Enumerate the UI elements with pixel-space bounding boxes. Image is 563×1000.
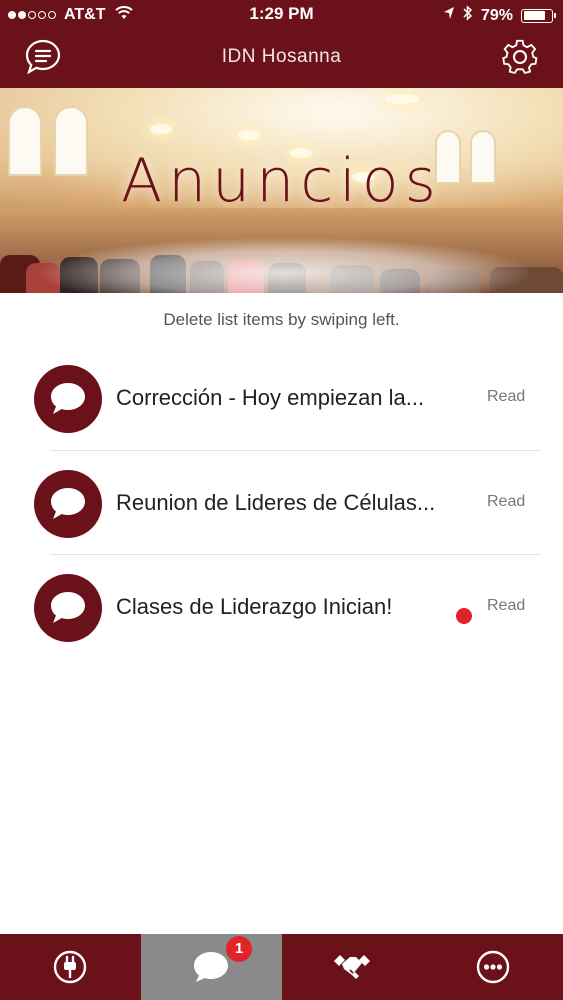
tab-messages[interactable] — [140, 934, 282, 1000]
banner-title: Anuncios — [121, 146, 442, 216]
unread-indicator — [456, 608, 472, 624]
banner-light — [238, 130, 260, 140]
list-item[interactable]: Clases de Liderazgo Inician! Read — [0, 555, 563, 660]
gear-icon[interactable] — [501, 38, 539, 76]
page-title: IDN Hosanna — [221, 46, 342, 67]
read-status: Read — [487, 597, 526, 614]
plug-icon — [54, 950, 87, 984]
list-item[interactable]: Reunion de Lideres de Células... Read — [0, 451, 563, 555]
more-icon — [476, 950, 509, 984]
message-avatar — [34, 365, 102, 433]
message-avatar — [34, 574, 102, 642]
handshake-icon — [333, 955, 370, 979]
swipe-hint: Delete list items by swiping left. — [163, 310, 400, 329]
banner-light — [385, 94, 419, 104]
tab-connect[interactable] — [282, 934, 423, 1000]
read-status: Read — [487, 388, 526, 405]
header-banner: Anuncios — [0, 88, 563, 293]
notification-badge: 1 — [226, 936, 252, 962]
tab-more[interactable] — [422, 934, 563, 1000]
battery-percent: 79% — [480, 6, 513, 24]
banner-glow — [40, 238, 530, 293]
announcement-list: Corrección - Hoy empiezan la... Read Reu… — [0, 346, 563, 660]
status-bar: AT&T 1:29 PM 79% — [0, 0, 563, 30]
top-bar: AT&T 1:29 PM 79% IDN Hosanna — [0, 0, 563, 88]
list-item[interactable]: Corrección - Hoy empiezan la... Read — [0, 346, 563, 451]
banner-light — [150, 124, 172, 134]
speech-bubble-icon — [51, 592, 85, 623]
bluetooth-icon — [463, 5, 473, 26]
tab-bar — [0, 934, 563, 1000]
announcement-title: Reunion de Lideres de Células... — [116, 489, 436, 515]
nav-bar: IDN Hosanna — [0, 30, 563, 88]
read-status: Read — [487, 492, 526, 510]
status-right: 79% — [443, 5, 556, 26]
tab-plug[interactable] — [0, 934, 141, 1000]
battery-icon — [521, 8, 556, 23]
announcement-title: Corrección - Hoy empiezan la... — [116, 385, 425, 410]
message-avatar — [34, 469, 102, 538]
chat-bubble-icon — [194, 952, 229, 982]
speech-bubble-icon — [51, 383, 85, 414]
speech-bubble-icon — [51, 487, 85, 519]
announcement-title: Clases de Liderazgo Inician! — [116, 594, 393, 619]
location-arrow-icon — [443, 6, 455, 25]
battery-fill — [523, 11, 545, 20]
